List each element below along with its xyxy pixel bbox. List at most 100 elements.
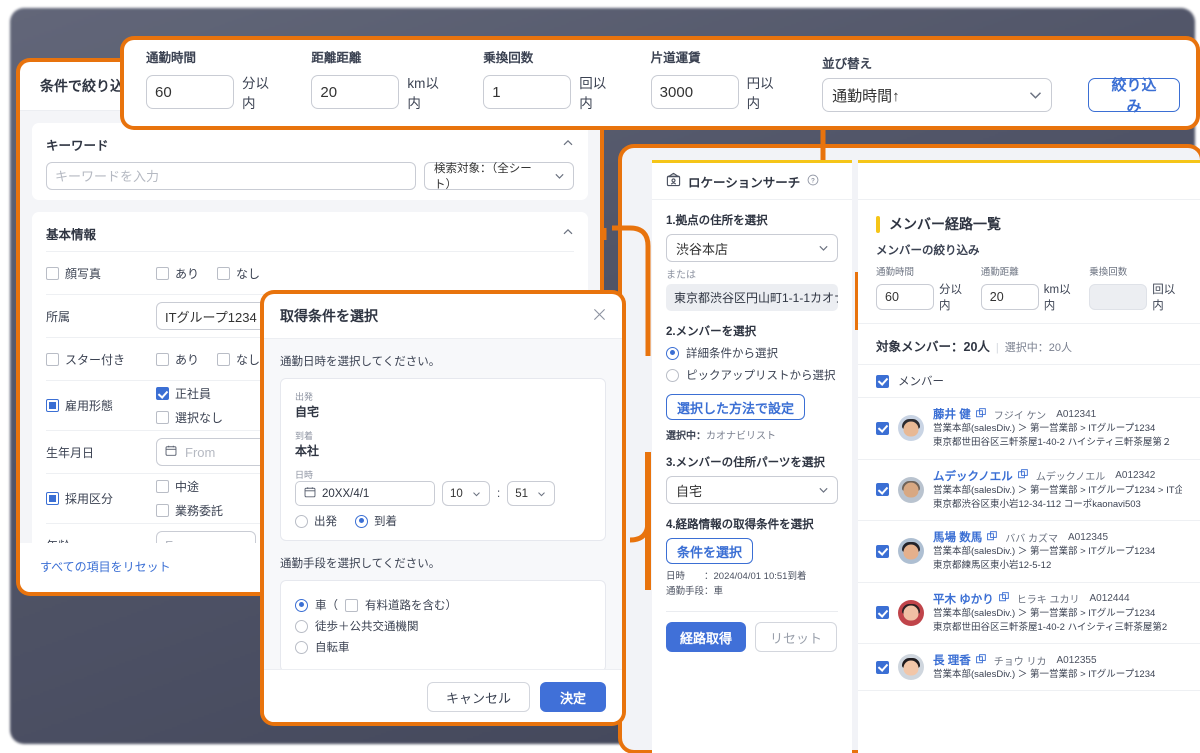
employment-fulltime-checkbox[interactable] [156, 387, 169, 400]
starred-yes-checkbox[interactable] [156, 352, 169, 366]
member-row[interactable]: 藤井 健 フジイ ケン A012341 営業本部(salesDiv.) ＞ 第一… [858, 398, 1200, 460]
external-link-icon[interactable] [1017, 469, 1028, 482]
row-starred-checkbox[interactable] [46, 352, 59, 366]
apply-filter-button[interactable]: 絞り込み [1088, 77, 1180, 115]
member-option-detail[interactable]: 詳細条件から選択 [666, 345, 838, 361]
transport-option-bicycle[interactable]: 自転車 [295, 639, 591, 655]
employment-none-checkbox[interactable] [156, 411, 169, 424]
row-starred-label[interactable]: スター付き [46, 351, 156, 368]
starred-no-label: なし [236, 352, 261, 367]
employment-option-none[interactable]: 選択なし [156, 409, 223, 426]
cancel-button[interactable]: キャンセル [426, 682, 530, 712]
topbar-distance-input[interactable] [311, 75, 400, 109]
radio-depart[interactable]: 出発 [295, 513, 337, 529]
transport-walk-transit-label: 徒歩＋公共交通機関 [315, 621, 419, 633]
member-option-pickup[interactable]: ピックアップリストから選択 [666, 367, 838, 383]
fetch-route-button[interactable]: 経路取得 [666, 622, 747, 653]
topbar-sort-select[interactable]: 通勤時間↑ [822, 78, 1053, 112]
filter-transfer-count-input[interactable] [1089, 284, 1148, 310]
row-employment-type-indicator[interactable] [46, 399, 59, 412]
chevron-up-icon[interactable] [562, 137, 574, 152]
row-photo-checkbox[interactable] [46, 266, 59, 280]
member-info: 藤井 健 フジイ ケン A012341 営業本部(salesDiv.) ＞ 第一… [933, 406, 1182, 451]
topbar-transfers-input[interactable] [483, 75, 572, 109]
member-name-row[interactable]: 馬場 数馬 ババ カズマ A012345 [933, 529, 1182, 545]
address-part-select[interactable]: 自宅 [666, 476, 838, 504]
selected-list-note: 選択中：カオナビリスト [666, 427, 838, 442]
select-condition-button[interactable]: 条件を選択 [666, 538, 754, 564]
modal-footer: キャンセル 決定 [264, 669, 622, 722]
member-name: 馬場 数馬 [933, 532, 983, 544]
member-row[interactable]: ムデックノエル ムデックノエル A012342 営業本部(salesDiv.) … [858, 460, 1200, 521]
transport-question: 通勤手段を選択してください。 [280, 558, 441, 570]
starred-option-yes[interactable]: あり [156, 351, 199, 368]
row-hire-category-text: 採用区分 [65, 492, 114, 506]
member-checkbox[interactable] [876, 483, 889, 497]
employment-option-fulltime[interactable]: 正社員 [156, 385, 223, 402]
row-photo-label[interactable]: 顔写真 [46, 265, 156, 282]
search-scope-select[interactable]: 検索対象：（全シート） [424, 162, 574, 191]
member-checkbox[interactable] [876, 660, 889, 674]
external-link-icon[interactable] [975, 653, 986, 667]
starred-option-no[interactable]: なし [217, 351, 260, 368]
external-link-icon[interactable] [987, 530, 997, 544]
member-route-title: メンバー経路一覧 [889, 216, 1001, 232]
avatar [898, 476, 924, 503]
member-row[interactable]: 長 理香 チョウ リカ A012355 営業本部(salesDiv.) ＞ 第一… [858, 644, 1200, 692]
member-list-header[interactable]: メンバー [858, 365, 1200, 398]
date-input[interactable]: 20XX/4/1 [295, 481, 435, 506]
screenshot-stage: ロケーションサーチ ? 1.拠点の住所を選択 渋谷本店 または 東京都渋谷区円山… [0, 0, 1200, 753]
toll-road-checkbox[interactable] [345, 598, 358, 612]
photo-no-checkbox[interactable] [217, 266, 231, 280]
chevron-down-icon [818, 243, 829, 254]
member-name-row[interactable]: 長 理香 チョウ リカ A012355 [933, 652, 1182, 668]
age-from-input[interactable] [156, 531, 256, 543]
radio-depart-label: 出発 [314, 516, 337, 528]
starred-no-checkbox[interactable] [217, 352, 231, 366]
member-checkbox[interactable] [876, 544, 889, 558]
transport-option-walk-transit[interactable]: 徒歩＋公共交通機関 [295, 618, 591, 634]
topbar-commute-time-input[interactable] [146, 75, 234, 109]
transport-option-car[interactable]: 車（ 有料道路を含む） [295, 597, 591, 613]
keyword-input[interactable] [46, 162, 416, 190]
member-name-row[interactable]: 藤井 健 フジイ ケン A012341 [933, 406, 1182, 422]
row-hire-category-indicator[interactable] [46, 492, 59, 505]
filter-commute-time-input[interactable] [876, 284, 934, 310]
keyword-section-header[interactable]: キーワード [46, 133, 574, 162]
confirm-button[interactable]: 決定 [539, 682, 606, 712]
member-filter-section: メンバーの絞り込み 通勤時間 分以内 通勤距離 km以内 [858, 242, 1200, 323]
base-address-value[interactable]: 東京都渋谷区円山町1-1-1カオナ [666, 284, 838, 311]
select-all-checkbox[interactable] [876, 374, 889, 388]
filter-commute-distance-input[interactable] [980, 284, 1039, 310]
hire-option-mid[interactable]: 中途 [156, 478, 223, 495]
close-icon[interactable] [593, 308, 606, 324]
member-name-row[interactable]: 平木 ゆかり ヒラキ ユカリ A012444 [933, 591, 1182, 607]
photo-option-yes[interactable]: あり [156, 265, 199, 282]
row-hire-category-label[interactable]: 採用区分 [46, 490, 156, 507]
row-employment-type-label[interactable]: 雇用形態 [46, 397, 156, 414]
chevron-up-icon[interactable] [562, 226, 574, 241]
hire-mid-checkbox[interactable] [156, 480, 169, 493]
hire-contract-checkbox[interactable] [156, 504, 169, 517]
member-checkbox[interactable] [876, 421, 889, 435]
member-name-row[interactable]: ムデックノエル ムデックノエル A012342 [933, 468, 1182, 484]
hire-option-contract[interactable]: 業務委託 [156, 502, 223, 519]
base-location-select[interactable]: 渋谷本店 [666, 234, 838, 262]
basic-info-section-header[interactable]: 基本情報 [46, 222, 574, 251]
set-method-button[interactable]: 選択した方法で設定 [666, 394, 806, 420]
member-checkbox[interactable] [876, 606, 889, 620]
member-row[interactable]: 平木 ゆかり ヒラキ ユカリ A012444 営業本部(salesDiv.) ＞… [858, 583, 1200, 644]
photo-yes-checkbox[interactable] [156, 266, 169, 280]
radio-arrive[interactable]: 到着 [355, 513, 397, 529]
topbar-fare-input[interactable] [650, 75, 739, 109]
depart-arrive-radio-group: 出発 到着 [295, 513, 591, 529]
member-address: 東京都世田谷区三軒茶屋1-40-2 ハイシティ三軒茶屋第2 [933, 621, 1168, 633]
reset-button[interactable]: リセット [755, 622, 838, 653]
photo-option-no[interactable]: なし [217, 265, 260, 282]
topbar-field-commute-time: 通勤時間 分以内 [146, 47, 279, 126]
external-link-icon[interactable] [998, 592, 1009, 605]
minute-select[interactable]: 51 [507, 481, 556, 506]
hour-select[interactable]: 10 [442, 481, 490, 506]
external-link-icon[interactable] [975, 407, 986, 421]
member-row[interactable]: 馬場 数馬 ババ カズマ A012345 営業本部(salesDiv.) ＞ 第… [858, 521, 1200, 583]
